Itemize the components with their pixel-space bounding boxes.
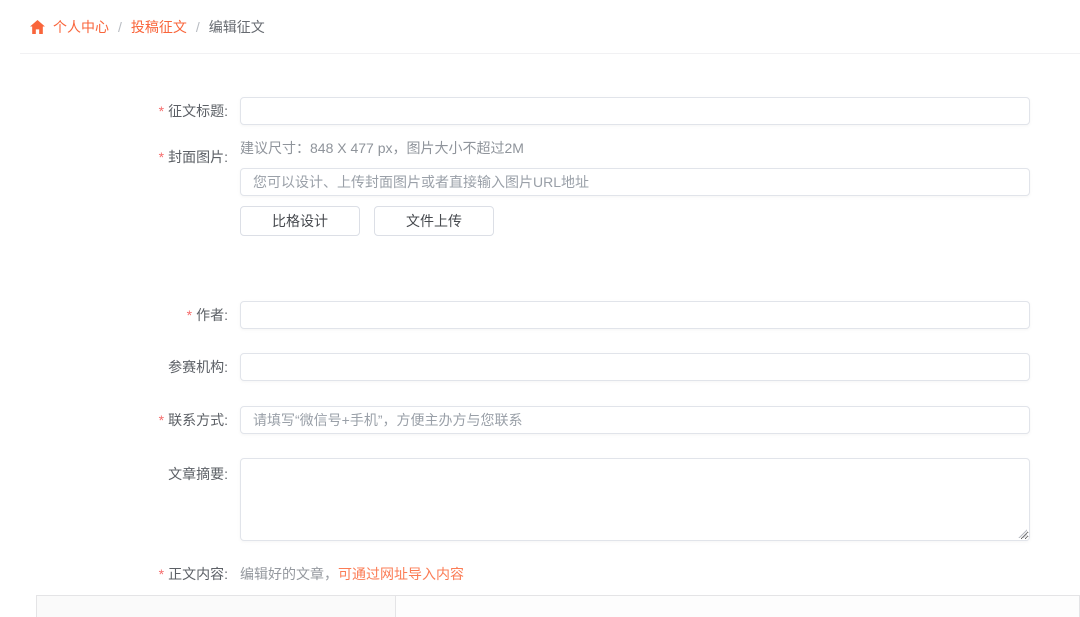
breadcrumb-item-edit-essay: 编辑征文 <box>208 19 265 35</box>
required-marker: * <box>186 307 193 323</box>
content-hint: 编辑好的文章， <box>240 566 338 582</box>
home-icon[interactable] <box>30 20 45 34</box>
author-input[interactable] <box>240 301 1030 329</box>
breadcrumb-separator: / <box>118 19 122 35</box>
import-from-url-link[interactable]: 可通过网址导入内容 <box>338 566 464 582</box>
header-divider <box>20 53 1080 54</box>
required-marker: * <box>158 103 165 119</box>
editor-side-panel[interactable] <box>37 596 396 617</box>
author-label: * 作者: <box>186 307 228 323</box>
contact-label: * 联系方式: <box>158 412 228 428</box>
title-input[interactable] <box>240 97 1030 125</box>
form-row-organization: 参赛机构: <box>0 353 1080 381</box>
summary-label: 文章摘要: <box>168 466 228 482</box>
organization-label: 参赛机构: <box>168 359 228 375</box>
required-marker: * <box>158 412 165 428</box>
breadcrumb-item-submit-essay[interactable]: 投稿征文 <box>131 20 187 34</box>
editor-main-panel[interactable] <box>396 596 1079 617</box>
essay-edit-form: * 征文标题: * 封面图片: 建议尺寸：848 X 477 px，图片大小不超过2… <box>0 97 1080 584</box>
form-row-cover: *封面图片: 建议尺寸：848 X 477 px，图片大小不超过2M 比格设计 … <box>0 140 1080 236</box>
cover-size-hint: 建议尺寸：848 X 477 px，图片大小不超过2M <box>240 140 524 156</box>
summary-textarea[interactable] <box>240 458 1030 541</box>
contact-input[interactable] <box>240 406 1030 434</box>
breadcrumb: 个人中心 / 投稿征文 / 编辑征文 <box>0 0 1080 34</box>
content-label: * 正文内容: <box>158 566 228 582</box>
breadcrumb-item-personal-center[interactable]: 个人中心 <box>53 20 109 34</box>
required-marker: * <box>158 566 165 582</box>
form-row-contact: * 联系方式: <box>0 406 1080 434</box>
form-row-title: * 征文标题: <box>0 97 1080 125</box>
organization-input[interactable] <box>240 353 1030 381</box>
form-row-content: * 正文内容: 编辑好的文章，可通过网址导入内容 <box>0 564 1080 584</box>
required-marker: * <box>158 149 165 165</box>
cover-label: * 封面图片: <box>158 149 228 165</box>
bige-design-button[interactable]: 比格设计 <box>240 206 360 236</box>
content-editor <box>36 595 1080 617</box>
breadcrumb-separator: / <box>195 19 200 35</box>
file-upload-button[interactable]: 文件上传 <box>374 206 494 236</box>
title-label: * 征文标题: <box>158 103 228 119</box>
form-row-summary: 文章摘要: <box>0 458 1080 541</box>
form-row-author: * 作者: <box>0 301 1080 329</box>
cover-url-input[interactable] <box>240 168 1030 196</box>
